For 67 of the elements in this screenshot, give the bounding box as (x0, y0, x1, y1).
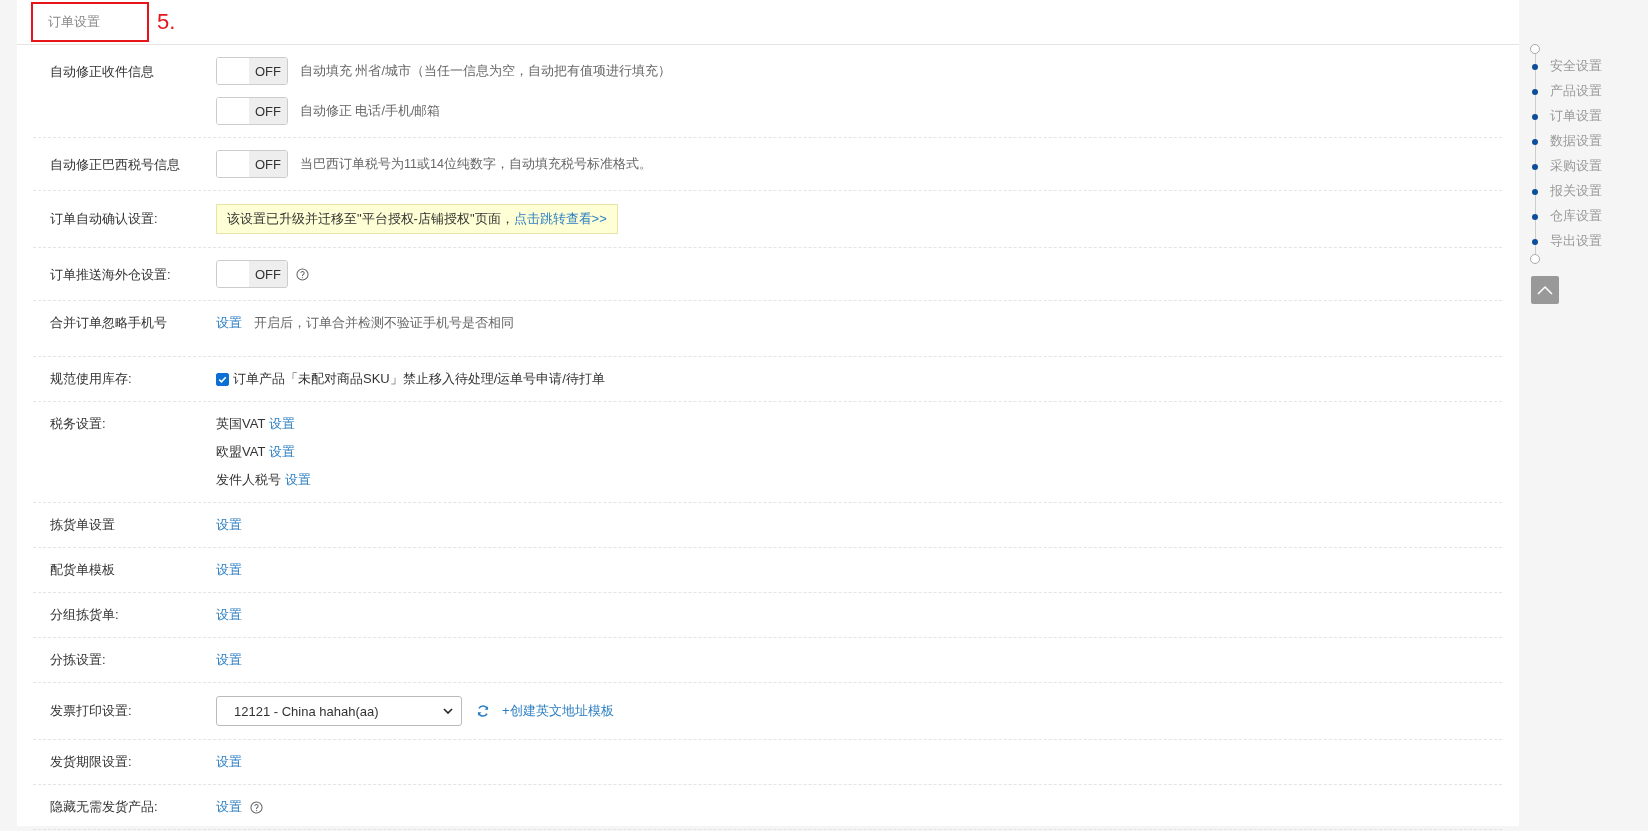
nav-link[interactable]: 导出设置 (1549, 233, 1602, 250)
help-icon[interactable] (250, 800, 263, 814)
nav-dot (1531, 238, 1538, 245)
toggle-switch[interactable]: OFF (216, 97, 288, 125)
tax-label: 欧盟VAT (216, 443, 266, 461)
setting-label: 自动修正收件信息 (49, 63, 155, 81)
nav-dot (1531, 213, 1538, 220)
setting-label: 发货期限设置: (49, 753, 133, 771)
section-title: 订单设置 (48, 13, 100, 31)
annotation-number: 5. (157, 9, 176, 35)
nav-dot (1531, 138, 1538, 145)
nav-dot (1531, 163, 1538, 170)
nav-link[interactable]: 采购设置 (1549, 158, 1602, 175)
settings-link[interactable]: 设置 (216, 516, 242, 534)
settings-link[interactable]: 设置 (216, 606, 242, 624)
nav-link[interactable]: 安全设置 (1549, 58, 1602, 75)
setting-description: 开启后，订单合并检测不验证手机号是否相同 (254, 314, 514, 332)
nav-link[interactable]: 订单设置 (1549, 108, 1602, 125)
settings-link[interactable]: 设置 (269, 415, 296, 433)
setting-label: 订单推送海外仓设置: (49, 266, 172, 284)
nav-link[interactable]: 仓库设置 (1549, 208, 1602, 225)
settings-link[interactable]: 设置 (216, 651, 242, 669)
settings-link[interactable]: 设置 (216, 798, 242, 816)
chevron-up-icon (1536, 285, 1553, 295)
checkbox-label: 订单产品「未配对商品SKU」禁止移入待处理/运单号申请/待打单 (233, 370, 605, 388)
toggle-switch[interactable]: OFF (216, 150, 288, 178)
nav-dot (1531, 88, 1538, 95)
settings-link[interactable]: 设置 (269, 443, 296, 461)
nav-start-ring (1529, 44, 1540, 54)
nav-dot (1531, 188, 1538, 195)
checkbox[interactable] (216, 372, 229, 386)
toggle-switch[interactable]: OFF (216, 57, 288, 85)
setting-label: 订单自动确认设置: (49, 210, 159, 228)
setting-description: 自动修正 电话/手机/邮箱 (300, 102, 441, 120)
settings-link[interactable]: 设置 (216, 753, 242, 771)
setting-description: 当巴西订单税号为11或14位纯数字，自动填充税号标准格式。 (300, 155, 652, 173)
tax-label: 英国VAT (216, 415, 266, 433)
nav-end-ring (1529, 254, 1540, 264)
nav-dot (1531, 63, 1538, 70)
setting-label: 分拣设置: (49, 651, 107, 669)
refresh-icon[interactable] (476, 704, 490, 718)
setting-label: 分组拣货单: (49, 606, 120, 624)
setting-description: 自动填充 州省/城市（当任一信息为空，自动把有值项进行填充） (300, 62, 671, 80)
setting-label: 规范使用库存: (49, 370, 133, 388)
setting-label: 自动修正巴西税号信息 (49, 156, 181, 174)
back-to-top-button[interactable] (1530, 276, 1559, 304)
settings-link[interactable]: 设置 (216, 561, 242, 579)
help-icon[interactable] (296, 267, 309, 281)
nav-link[interactable]: 报关设置 (1549, 183, 1602, 200)
setting-label: 发票打印设置: (49, 702, 133, 720)
notice-text: 该设置已升级并迁移至"平台授权-店铺授权"页面， (227, 211, 514, 226)
settings-link[interactable]: 设置 (285, 471, 311, 489)
nav-link[interactable]: 数据设置 (1549, 133, 1602, 150)
nav-dot (1531, 113, 1538, 120)
setting-label: 拣货单设置 (49, 516, 116, 534)
template-select[interactable]: 12121 - China hahah(aa) (216, 696, 462, 726)
view-link[interactable]: 点击跳转查看>> (513, 211, 607, 226)
settings-link[interactable]: 设置 (216, 314, 242, 332)
chevron-down-icon (443, 708, 453, 714)
toggle-switch[interactable]: OFF (216, 260, 288, 288)
tax-label: 发件人税号 (216, 471, 281, 489)
setting-label: 税务设置: (49, 415, 107, 433)
nav-link[interactable]: 产品设置 (1549, 83, 1602, 100)
setting-label: 隐藏无需发货产品: (49, 798, 159, 816)
setting-label: 配货单模板 (49, 561, 116, 579)
create-template-link[interactable]: +创建英文地址模板 (502, 702, 614, 720)
setting-label: 合并订单忽略手机号 (49, 314, 168, 332)
